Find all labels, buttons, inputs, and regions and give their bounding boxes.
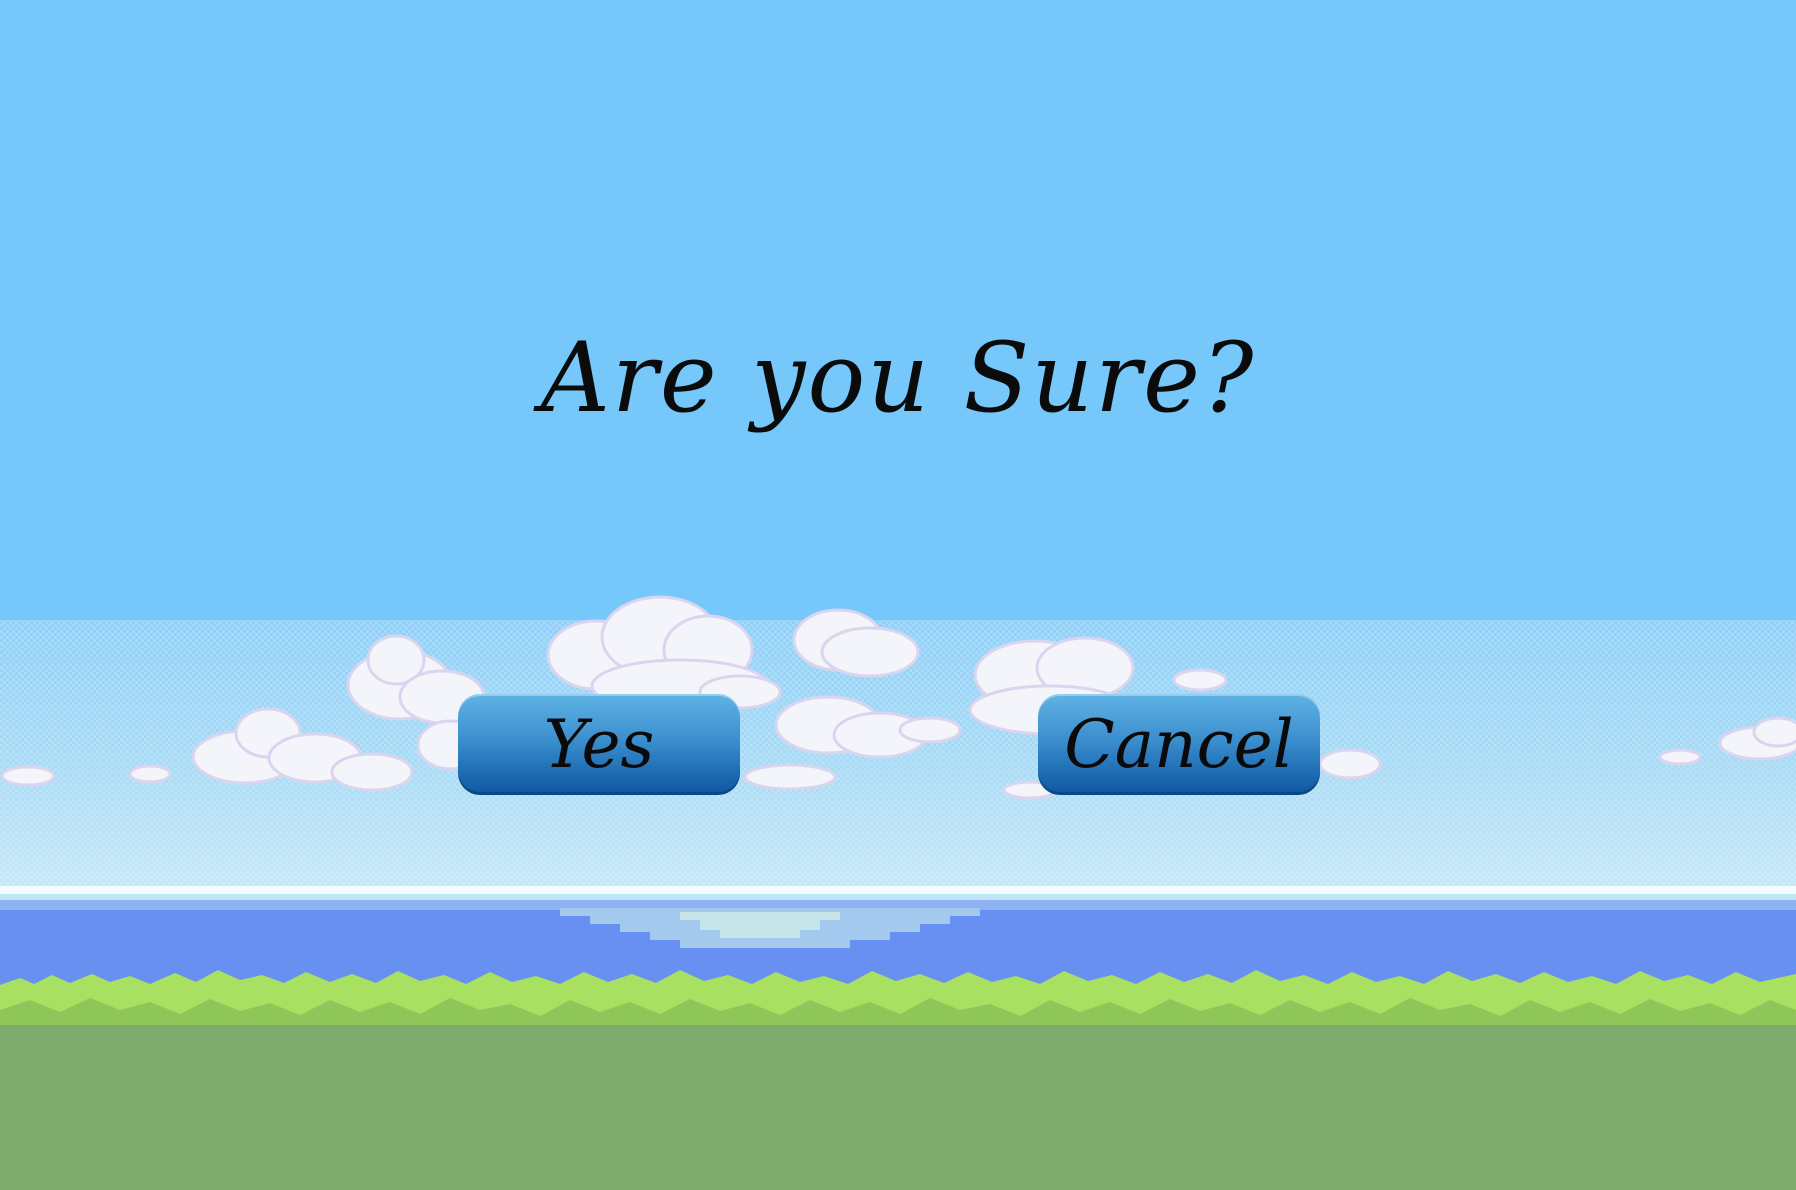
background-landscape (0, 0, 1796, 1190)
cancel-button[interactable]: Cancel (1038, 694, 1320, 795)
game-screen: Are you Sure? Yes Cancel (0, 0, 1796, 1190)
yes-button[interactable]: Yes (458, 694, 740, 795)
confirm-prompt: Are you Sure? (540, 322, 1256, 434)
ground (0, 1025, 1796, 1190)
horizon-line (0, 886, 1796, 894)
cancel-button-label: Cancel (1064, 706, 1294, 783)
yes-button-label: Yes (543, 706, 655, 783)
